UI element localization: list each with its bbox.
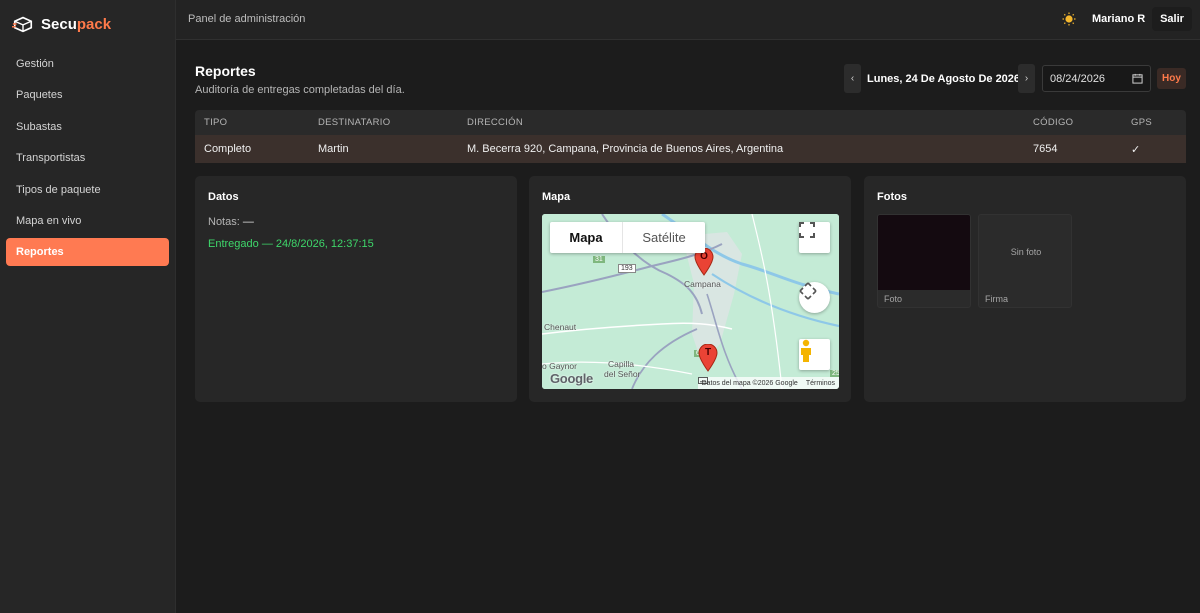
sidebar: Secupack Gestión Paquetes Subastas Trans… xyxy=(0,0,176,613)
sidebar-item-gestion[interactable]: Gestión xyxy=(6,50,169,78)
map-attribution: Datos del mapa ©2026 Google xyxy=(701,379,798,387)
current-date-label: Lunes, 24 De Agosto De 2026 xyxy=(867,73,1021,85)
map-terms-link[interactable]: Términos xyxy=(806,380,835,387)
table-row[interactable]: Completo Martin M. Becerra 920, Campana,… xyxy=(195,135,1186,163)
signature-caption: Firma xyxy=(985,294,1008,304)
date-input-value: 08/24/2026 xyxy=(1050,72,1106,85)
column-header-tipo[interactable]: TIPO xyxy=(204,117,227,128)
map-attribution-bar: Datos del mapa ©2026 Google Términos xyxy=(697,377,839,389)
calendar-icon[interactable] xyxy=(1132,73,1143,84)
keyboard-icon[interactable] xyxy=(697,377,708,384)
page-title: Reportes xyxy=(195,63,256,79)
logout-button[interactable]: Salir xyxy=(1152,7,1192,31)
delivered-status: Entregado — 24/8/2026, 12:37:15 xyxy=(208,238,374,250)
header-title: Panel de administración xyxy=(188,13,306,25)
cell-direccion: M. Becerra 920, Campana, Provincia de Bu… xyxy=(467,143,784,155)
pan-arrows-icon xyxy=(799,282,817,300)
table-header: TIPO DESTINATARIO DIRECCIÓN CÓDIGO GPS xyxy=(195,110,1186,135)
no-photo-placeholder: Sin foto xyxy=(1010,247,1042,257)
map-pin-delivery[interactable]: T xyxy=(698,344,718,372)
notes-label: Notas: xyxy=(208,216,240,228)
signature-card[interactable]: Sin foto Firma xyxy=(978,214,1072,308)
sidebar-nav: Gestión Paquetes Subastas Transportistas… xyxy=(6,50,169,270)
sidebar-item-tipos-de-paquete[interactable]: Tipos de paquete xyxy=(6,176,169,204)
sidebar-item-reportes[interactable]: Reportes xyxy=(6,238,169,267)
notes-value: — xyxy=(242,216,254,228)
map-label-del-senor: del Señor xyxy=(604,369,641,379)
logo-icon xyxy=(12,16,33,33)
brand[interactable]: Secupack xyxy=(12,12,111,36)
map-label-chenaut: Chenaut xyxy=(544,322,577,332)
date-input[interactable]: 08/24/2026 xyxy=(1042,65,1151,92)
photo-caption: Foto xyxy=(884,294,903,304)
top-header: Panel de administración Mariano R Salir xyxy=(176,0,1200,40)
photo-image xyxy=(878,215,970,290)
column-header-codigo[interactable]: CÓDIGO xyxy=(1033,117,1073,128)
mapa-panel: Mapa 31 193 6 25 Campana Chenaut o Gayno… xyxy=(529,176,851,402)
pin-label-delivery: T xyxy=(704,347,712,358)
page-subtitle: Auditoría de entregas completadas del dí… xyxy=(195,84,405,96)
cell-tipo: Completo xyxy=(204,143,252,155)
map-view[interactable]: 31 193 6 25 Campana Chenaut o Gaynor Cap… xyxy=(542,214,839,389)
datos-panel: Datos Notas: — Entregado — 24/8/2026, 12… xyxy=(195,176,517,402)
fullscreen-button[interactable] xyxy=(799,222,830,253)
previous-day-button[interactable]: ‹ xyxy=(844,64,861,93)
next-day-button[interactable]: › xyxy=(1018,64,1035,93)
road-shield-25: 25 xyxy=(830,370,839,377)
column-header-direccion[interactable]: DIRECCIÓN xyxy=(467,117,523,128)
road-shield-31: 31 xyxy=(593,256,605,263)
today-button[interactable]: Hoy xyxy=(1157,68,1186,89)
sidebar-item-subastas[interactable]: Subastas xyxy=(6,113,169,141)
sidebar-item-mapa-en-vivo[interactable]: Mapa en vivo xyxy=(6,207,169,235)
sidebar-item-transportistas[interactable]: Transportistas xyxy=(6,144,169,172)
user-name: Mariano R xyxy=(1092,13,1146,25)
sidebar-item-paquetes[interactable]: Paquetes xyxy=(6,81,169,109)
datos-title: Datos xyxy=(208,191,239,203)
map-type-satellite-button[interactable]: Satélite xyxy=(622,222,705,253)
street-view-pegman[interactable] xyxy=(799,339,830,370)
brand-name: Secupack xyxy=(41,15,112,33)
fotos-panel: Fotos Foto Sin foto Firma xyxy=(864,176,1186,402)
notes: Notas: — xyxy=(208,216,254,228)
deliveries-table: TIPO DESTINATARIO DIRECCIÓN CÓDIGO GPS C… xyxy=(195,110,1186,163)
mapa-title: Mapa xyxy=(542,191,571,203)
map-label-capilla: Capilla xyxy=(608,359,634,369)
pegman-icon xyxy=(801,339,811,362)
cell-codigo: 7654 xyxy=(1033,143,1058,155)
column-header-gps[interactable]: GPS xyxy=(1131,117,1152,128)
photo-card[interactable]: Foto xyxy=(877,214,971,308)
fotos-title: Fotos xyxy=(877,191,907,203)
sun-icon[interactable] xyxy=(1062,12,1076,26)
cell-destinatario: Martin xyxy=(318,143,349,155)
map-label-gaynor: o Gaynor xyxy=(542,361,577,371)
road-shield-193: 193 xyxy=(618,264,636,273)
pan-control[interactable] xyxy=(799,282,830,313)
google-logo: Google xyxy=(550,371,593,386)
map-type-control: Mapa Satélite xyxy=(550,222,705,253)
column-header-destinatario[interactable]: DESTINATARIO xyxy=(318,117,390,128)
map-label-campana: Campana xyxy=(684,279,721,289)
map-type-map-button[interactable]: Mapa xyxy=(550,222,622,253)
cell-gps-check: ✓ xyxy=(1131,144,1141,156)
fullscreen-icon xyxy=(799,222,815,238)
